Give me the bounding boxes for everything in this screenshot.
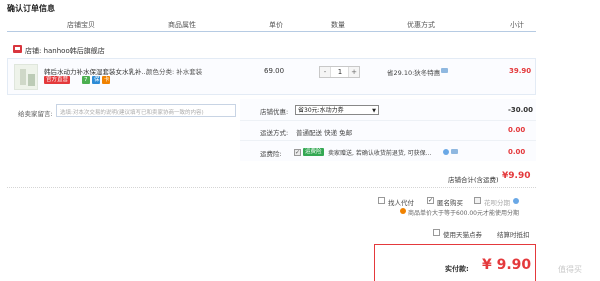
installment-checkbox[interactable]: [474, 197, 481, 204]
shipping-amount: 0.00: [508, 126, 526, 134]
product-attribute: 颜色分类: 补水套装: [146, 68, 203, 76]
column-header-promo: 优惠方式: [407, 21, 435, 29]
quantity-stepper: - 1 +: [319, 66, 360, 78]
page-title: 确认订单信息: [7, 4, 55, 13]
message-input[interactable]: 选填:对本次交易的说明(建议填写已和卖家协商一致的内容): [56, 104, 236, 117]
insurance-checkbox[interactable]: ✓: [294, 149, 301, 156]
shop-total-value: ¥9.90: [502, 171, 531, 181]
message-label: 给卖家留言:: [18, 110, 53, 118]
shipping-label: 运送方式:: [260, 129, 289, 137]
total-divider: [7, 187, 536, 188]
guarantee-icon: 保: [92, 76, 100, 84]
anonymous-label[interactable]: 匿名购买: [437, 197, 463, 207]
unit-price: 69.00: [264, 67, 285, 75]
shipping-value: 普通配送 快递 免邮: [296, 129, 353, 137]
proxy-pay-checkbox[interactable]: [378, 197, 385, 204]
product-title[interactable]: 韩后水动力补水保湿套装女水乳补...: [44, 66, 148, 76]
seven-day-return-icon: 7: [82, 76, 90, 84]
shop-total-label: 店铺合计(含运费): [448, 176, 499, 184]
tmall-points-checkbox[interactable]: [433, 229, 440, 236]
shop-name[interactable]: 店铺: hanhoo韩后旗舰店: [25, 46, 105, 56]
help-icon[interactable]: [513, 198, 519, 204]
tmall-points-label[interactable]: 使用天猫点券: [443, 229, 482, 239]
payment-value: ¥ 9.90: [482, 257, 532, 273]
insurance-label: 运费险:: [260, 150, 282, 158]
card-icon: 卡: [102, 76, 110, 84]
insurance-amount: 0.00: [508, 148, 526, 156]
product-thumbnail[interactable]: [14, 64, 38, 90]
column-header-subtotal: 小计: [510, 21, 524, 29]
installment-label[interactable]: 花呗分期: [484, 197, 510, 207]
watermark-text: 值得买: [558, 265, 582, 274]
insurance-badge: 运费险: [303, 148, 324, 156]
item-subtotal: 39.90: [509, 67, 532, 75]
header-divider: [7, 31, 536, 32]
divider: [240, 140, 536, 141]
decrease-button[interactable]: -: [320, 67, 331, 77]
chat-icon[interactable]: [451, 149, 458, 154]
column-header-item: 店铺宝贝: [67, 21, 95, 29]
points-deduct-link[interactable]: 结算时抵扣: [497, 229, 530, 239]
payment-label: 实付款:: [445, 265, 469, 273]
insurance-text: 卖家赠送, 若确认收货前退货, 可获保...: [328, 150, 432, 157]
coupon-selected: 省30元:水动力券: [298, 107, 344, 114]
promo-text: 省29.10:狄冬特惠: [387, 69, 441, 77]
proxy-pay-label[interactable]: 找人代付: [388, 197, 414, 207]
coupon-amount: -30.00: [508, 106, 534, 114]
chat-icon[interactable]: [441, 68, 448, 73]
coupon-label: 店铺优惠:: [260, 108, 289, 116]
warning-icon: [400, 208, 406, 214]
shop-icon: [13, 45, 22, 53]
divider: [240, 120, 536, 121]
column-header-attr: 商品属性: [168, 21, 196, 29]
column-header-price: 单价: [269, 21, 283, 29]
coupon-select[interactable]: 省30元:水动力券 ▼: [295, 105, 379, 115]
quantity-input[interactable]: 1: [332, 67, 348, 77]
anonymous-checkbox[interactable]: ✓: [427, 197, 434, 204]
dropdown-arrow-icon: ▼: [372, 108, 376, 114]
column-header-qty: 数量: [331, 21, 345, 29]
installment-note: 商品单价大于等于600.00元才能使用分期: [408, 210, 519, 217]
help-icon[interactable]: [443, 149, 449, 155]
official-store-badge: 官方直营: [44, 76, 71, 84]
increase-button[interactable]: +: [348, 67, 359, 77]
order-confirm-page: 确认订单信息 店铺宝贝 商品属性 单价 数量 优惠方式 小计 店铺: hanho…: [0, 0, 600, 281]
